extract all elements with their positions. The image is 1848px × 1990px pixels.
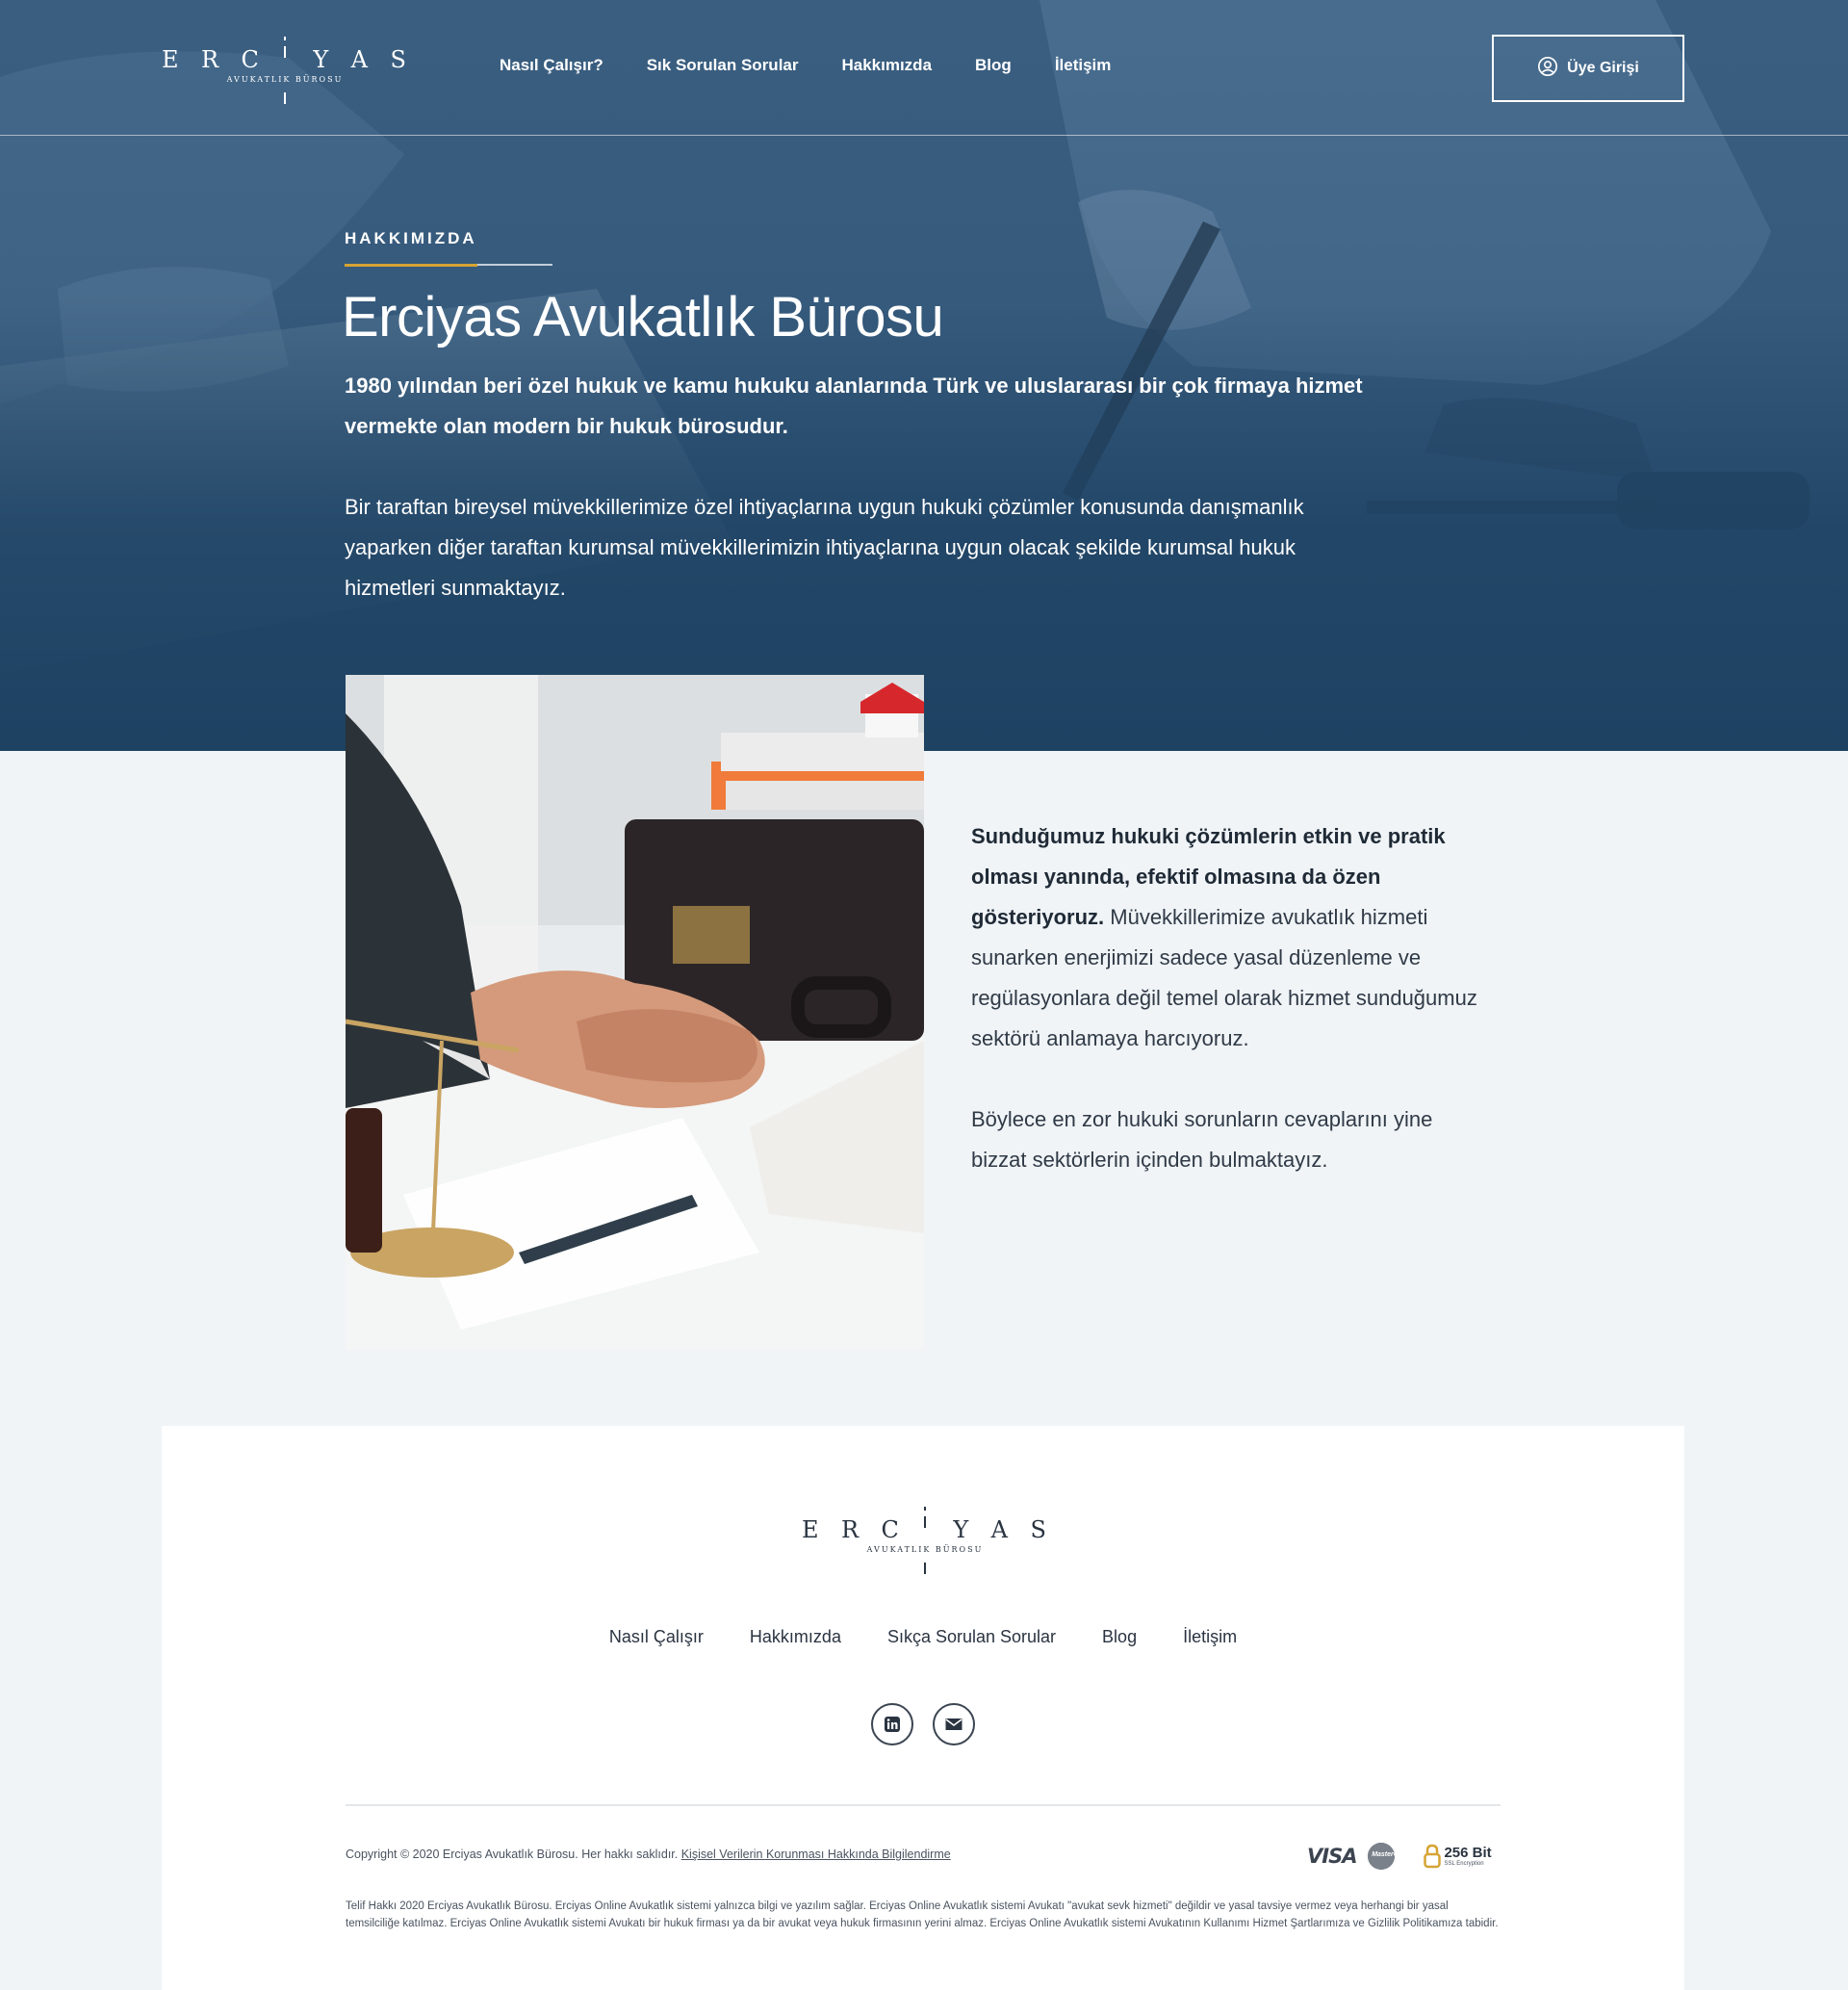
main-nav: Nasıl Çalışır? Sık Sorulan Sorular Hakkı… — [500, 56, 1111, 75]
privacy-notice-link[interactable]: Kişisel Verilerin Korunması Hakkında Bil… — [681, 1848, 951, 1861]
nav-blog[interactable]: Blog — [975, 56, 1012, 75]
about-paragraph-1: Sunduğumuz hukuki çözümlerin etkin ve pr… — [971, 816, 1491, 1059]
ssl-badge-title: 256 Bit — [1444, 1844, 1492, 1861]
hero-lead-text: 1980 yılından beri özel hukuk ve kamu hu… — [345, 374, 1363, 438]
member-login-label: Üye Girişi — [1567, 60, 1639, 76]
copyright-text: Copyright © 2020 Erciyas Avukatlık Büros… — [346, 1848, 681, 1861]
hero-body-text: Bir taraftan bireysel müvekkillerimize ö… — [345, 495, 1304, 600]
about-description: Sunduğumuz hukuki çözümlerin etkin ve pr… — [971, 816, 1491, 1180]
mail-icon[interactable] — [933, 1703, 975, 1745]
footer-logo-pillar-mark — [924, 1507, 926, 1574]
footer-nav: Nasıl Çalışır Hakkımızda Sıkça Sorulan S… — [162, 1627, 1684, 1647]
site-header: E R C İ Y A S AVUKATLIK BÜROSU Nasıl Çal… — [0, 0, 1848, 136]
footer-nav-faq[interactable]: Sıkça Sorulan Sorular — [887, 1627, 1056, 1647]
linkedin-icon[interactable] — [871, 1703, 913, 1745]
logo-subtitle: AVUKATLIK BÜROSU — [226, 75, 344, 84]
eyebrow-underline — [345, 264, 552, 267]
site-footer: E R C İ Y A S AVUKATLIK BÜROSU Nasıl Çal… — [162, 1426, 1684, 1990]
copyright-line: Copyright © 2020 Erciyas Avukatlık Büros… — [346, 1848, 951, 1861]
social-links — [871, 1703, 975, 1745]
visa-logo: VISA — [1307, 1845, 1357, 1868]
member-login-button[interactable]: Üye Girişi — [1492, 35, 1684, 102]
padlock-icon — [1424, 1844, 1442, 1869]
about-paragraph-2: Böylece en zor hukuki sorunların cevapla… — [971, 1107, 1433, 1172]
ssl-badge: 256 Bit SSL Encryption — [1424, 1844, 1492, 1869]
legal-disclaimer: Telif Hakkı 2020 Erciyas Avukatlık Büros… — [346, 1900, 1499, 1929]
mastercard-logo: MasterCard — [1368, 1843, 1412, 1870]
logo-pillar-mark — [284, 37, 286, 104]
brand-logo[interactable]: E R C İ Y A S AVUKATLIK BÜROSU — [162, 33, 406, 106]
footer-nav-about[interactable]: Hakkımızda — [750, 1627, 841, 1647]
nav-faq[interactable]: Sık Sorulan Sorular — [647, 56, 799, 75]
handshake-photo — [346, 675, 924, 1350]
footer-logo[interactable]: E R C İ Y A S AVUKATLIK BÜROSU — [802, 1503, 1046, 1576]
ssl-badge-subtitle: SSL Encryption — [1444, 1860, 1484, 1867]
footer-divider — [346, 1804, 1501, 1806]
section-eyebrow: HAKKIMIZDA — [345, 229, 477, 247]
payment-security-badges: VISA MasterCard 256 Bit SSL Encryption — [1307, 1841, 1501, 1872]
nav-contact[interactable]: İletişim — [1055, 56, 1112, 75]
footer-nav-how-it-works[interactable]: Nasıl Çalışır — [609, 1627, 704, 1647]
footer-nav-contact[interactable]: İletişim — [1183, 1627, 1237, 1647]
footer-logo-subtitle: AVUKATLIK BÜROSU — [866, 1545, 984, 1554]
page-title: Erciyas Avukatlık Bürosu — [342, 286, 944, 349]
footer-nav-blog[interactable]: Blog — [1102, 1627, 1137, 1647]
user-circle-icon — [1537, 56, 1558, 82]
nav-how-it-works[interactable]: Nasıl Çalışır? — [500, 56, 603, 75]
nav-about[interactable]: Hakkımızda — [841, 56, 932, 75]
